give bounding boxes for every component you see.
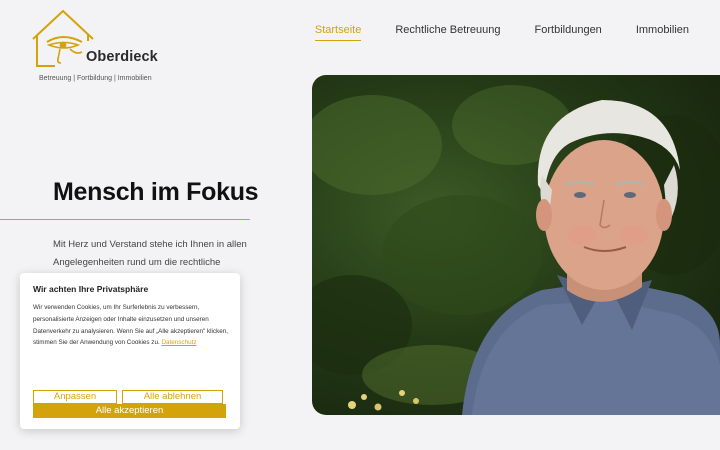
brand-tagline: Betreuung | Fortbildung | Immobilien xyxy=(39,75,152,82)
nav-item-fortbildungen[interactable]: Fortbildungen xyxy=(535,24,602,41)
cookie-body-text: Wir verwenden Cookies, um Ihr Surferlebn… xyxy=(33,304,228,347)
customize-button[interactable]: Anpassen xyxy=(33,390,117,404)
nav-item-rechtliche-betreuung[interactable]: Rechtliche Betreuung xyxy=(395,24,500,41)
hero-title: Mensch im Fokus xyxy=(53,178,259,206)
cookie-body: Wir verwenden Cookies, um Ihr Surferlebn… xyxy=(33,302,233,349)
reject-all-button[interactable]: Alle ablehnen xyxy=(122,390,223,404)
privacy-link[interactable]: Datenschutz xyxy=(161,339,196,346)
brand-name: Oberdieck xyxy=(86,49,158,65)
nav-item-startseite[interactable]: Startseite xyxy=(314,24,362,41)
portrait-photo xyxy=(312,75,720,415)
cookie-title: Wir achten Ihre Privatsphäre xyxy=(33,284,149,294)
hero-divider xyxy=(0,219,250,220)
nav-item-immobilien[interactable]: Immobilien xyxy=(636,24,689,41)
cookie-consent-dialog: Wir achten Ihre Privatsphäre Wir verwend… xyxy=(20,273,240,429)
site-logo[interactable]: Oberdieck Betreuung | Fortbildung | Immo… xyxy=(30,9,160,82)
main-nav: Startseite Rechtliche Betreuung Fortbild… xyxy=(314,24,689,41)
accept-all-button[interactable]: Alle akzeptieren xyxy=(33,404,226,418)
